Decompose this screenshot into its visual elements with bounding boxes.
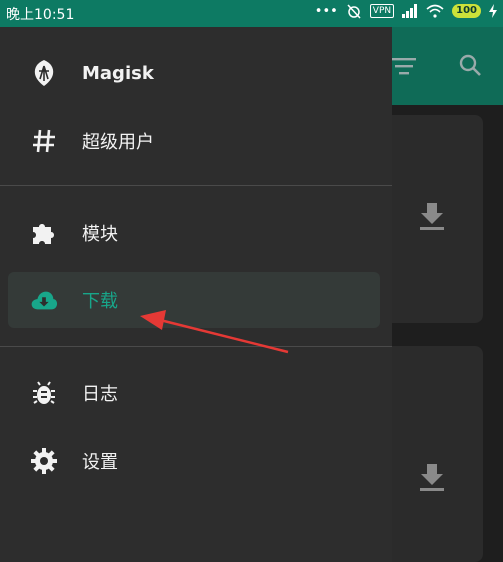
module-card[interactable] <box>392 346 483 562</box>
battery-badge: 100 <box>452 4 481 18</box>
drawer-item-downloads[interactable]: 下载 <box>8 272 380 328</box>
search-icon[interactable] <box>458 53 482 77</box>
drawer-item-settings[interactable]: 设置 <box>8 433 380 489</box>
drawer-item-superuser[interactable]: 超级用户 <box>8 113 380 169</box>
status-bar: 晚上10:51 ••• VPN 100 <box>0 0 503 27</box>
signal-dots-icon: ••• <box>314 3 338 19</box>
status-icons: ••• VPN 100 <box>315 3 497 19</box>
wifi-icon <box>426 4 444 18</box>
app-toolbar <box>392 27 503 105</box>
cell-signal-icon <box>402 4 418 18</box>
drawer-header-magisk[interactable]: Magisk <box>8 45 380 101</box>
magisk-logo-icon <box>30 59 58 87</box>
puzzle-icon <box>30 219 58 247</box>
cloud-download-icon <box>30 286 58 314</box>
drawer-item-label: 日志 <box>82 384 118 405</box>
download-icon[interactable] <box>418 201 446 231</box>
drawer-item-label: 下载 <box>82 291 118 312</box>
filter-icon[interactable] <box>392 57 416 75</box>
drawer-divider <box>0 185 392 186</box>
status-time: 晚上10:51 <box>6 7 75 23</box>
hash-icon <box>30 127 58 155</box>
gear-icon <box>30 447 58 475</box>
download-icon[interactable] <box>418 462 446 492</box>
drawer-item-modules[interactable]: 模块 <box>8 205 380 261</box>
charging-icon <box>489 4 497 18</box>
drawer-item-label: 设置 <box>82 452 118 473</box>
navigation-drawer: Magisk 超级用户 模块 下载 日志 设置 <box>0 27 392 562</box>
alarm-off-icon <box>347 4 361 19</box>
vpn-badge: VPN <box>369 4 395 18</box>
drawer-item-label: 超级用户 <box>82 132 154 153</box>
bug-icon <box>30 379 58 407</box>
drawer-item-logs[interactable]: 日志 <box>8 365 380 421</box>
drawer-item-label: 模块 <box>82 224 118 245</box>
drawer-header-title: Magisk <box>82 62 154 84</box>
module-card[interactable] <box>392 115 483 323</box>
drawer-divider <box>0 346 392 347</box>
